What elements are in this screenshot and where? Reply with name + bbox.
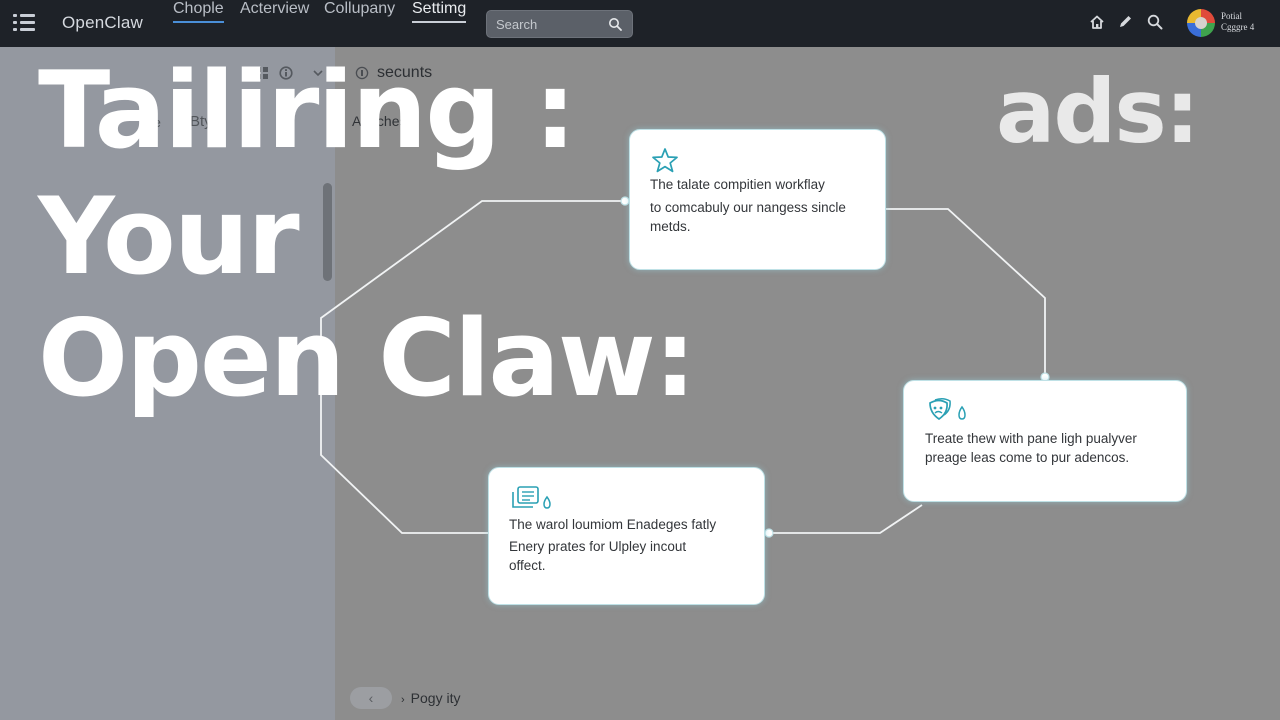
connector-node [764,528,774,538]
overlay-title-line-1: Tailiring : [38,49,576,172]
masks-icon [929,397,966,421]
card-text: The warol loumiom Enadeges fatly [509,517,717,532]
card-text: Treate thew with pane ligh pualyver [925,431,1137,446]
workflow-card[interactable]: The warol loumiom Enadeges fatly Enery p… [488,467,765,605]
card-text: metds. [650,219,691,234]
card-text: Enery prates for Ulpley incout [509,539,687,554]
connector-line [766,504,923,534]
chevron-right-icon: › [401,694,405,706]
document-icon [512,486,551,509]
connector-line [886,208,1046,378]
connector-node [620,196,630,206]
app-window: OpenClaw Chople Acterview Collupany Sett… [0,0,1280,720]
workflow-card[interactable]: Treate thew with pane ligh pualyver prea… [903,380,1187,502]
card-text: offect. [509,558,546,573]
overlay-title-line-3: Open Claw: [38,297,696,420]
overlay-side-text: ads: [996,60,1200,163]
card-text: The talate compitien workflay [650,177,825,192]
card-text: preage leas come to pur adencos. [925,450,1130,465]
footer-link-label: Pogy ity [410,690,461,706]
back-button[interactable]: ‹ [350,687,392,709]
workflow-card[interactable]: The talate compitien workflay to comcabu… [629,129,886,270]
overlay-title-line-2: Your [38,175,300,298]
star-icon [652,148,678,173]
card-text: to comcabuly our nangess sincle [650,200,846,215]
footer-link[interactable]: › Pogy ity [401,690,460,706]
